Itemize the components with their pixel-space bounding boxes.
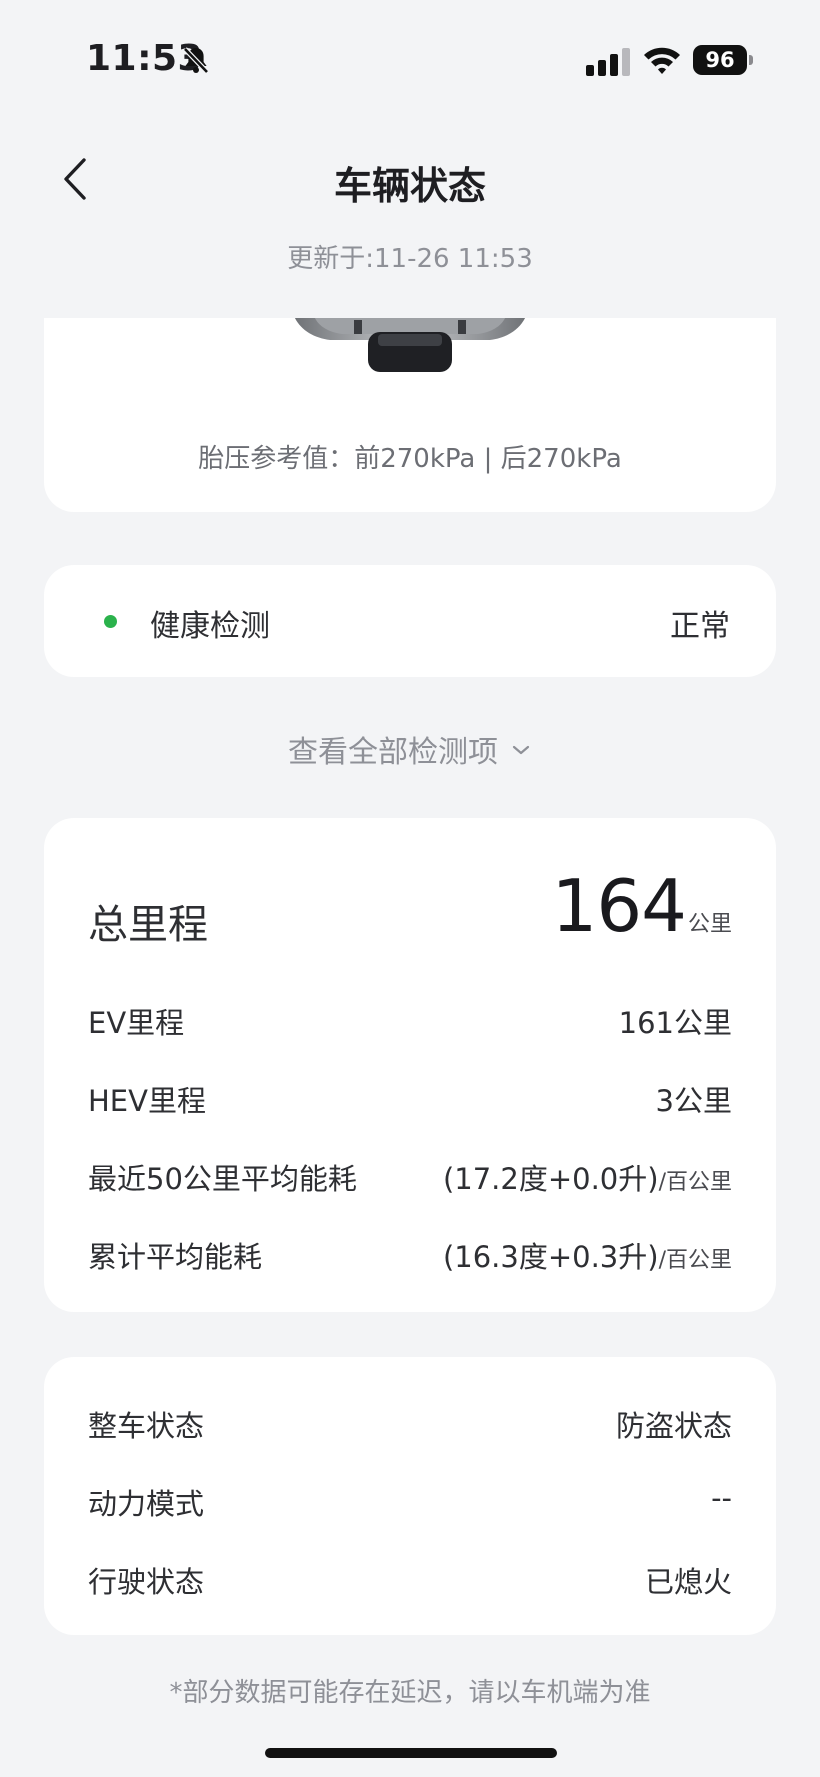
bell-slash-icon xyxy=(183,47,209,74)
row-label: 累计平均能耗 xyxy=(88,1240,263,1274)
mileage-row-ev: EV里程 161公里 xyxy=(88,1000,732,1040)
mileage-row-cumulative-consumption: 累计平均能耗 (16.3度+0.3升)/百公里 xyxy=(88,1234,732,1274)
chevron-down-icon xyxy=(512,745,530,755)
state-row-power-mode: 动力模式 -- xyxy=(88,1481,732,1521)
health-check-label: 健康检测 xyxy=(150,609,270,644)
car-wheel-image xyxy=(295,318,525,372)
battery-level: 96 xyxy=(693,45,747,75)
tire-pressure-card: 胎压参考值：前270kPa | 后270kPa xyxy=(44,318,776,512)
row-label: 动力模式 xyxy=(88,1487,205,1521)
total-mileage-label: 总里程 xyxy=(88,902,208,948)
state-row-vehicle: 整车状态 防盗状态 xyxy=(88,1403,732,1443)
state-row-driving: 行驶状态 已熄火 xyxy=(88,1559,732,1599)
status-dot-icon xyxy=(104,615,117,628)
status-bar: 11:53 96 xyxy=(0,0,820,120)
mileage-row-recent-consumption: 最近50公里平均能耗 (17.2度+0.0升)/百公里 xyxy=(88,1156,732,1196)
health-check-card[interactable]: 健康检测 正常 xyxy=(44,565,776,677)
row-label: EV里程 xyxy=(88,1006,185,1040)
row-value: (16.3度+0.3升)/百公里 xyxy=(442,1240,732,1274)
row-value: 161公里 xyxy=(618,1006,732,1040)
row-value: 已熄火 xyxy=(644,1565,732,1599)
battery-icon: 96 xyxy=(693,45,753,75)
page-title: 车辆状态 xyxy=(333,164,486,208)
row-label: 行驶状态 xyxy=(88,1565,205,1599)
cellular-signal-icon xyxy=(586,48,630,76)
tire-pressure-reference: 胎压参考值：前270kPa | 后270kPa xyxy=(198,444,622,474)
health-check-status: 正常 xyxy=(670,609,730,644)
row-label: HEV里程 xyxy=(88,1084,206,1118)
row-value: -- xyxy=(711,1481,732,1515)
view-all-checks-label: 查看全部检测项 xyxy=(288,735,498,770)
row-value: 3公里 xyxy=(655,1084,732,1118)
row-value: 防盗状态 xyxy=(615,1409,732,1443)
mileage-row-hev: HEV里程 3公里 xyxy=(88,1078,732,1118)
home-indicator[interactable] xyxy=(265,1748,557,1758)
mileage-card: 总里程 164公里 EV里程 161公里 HEV里程 3公里 最近50公里平均能… xyxy=(44,818,776,1312)
vehicle-status-screen: 11:53 96 车辆状态 更新于:11-26 11:53 胎压参考值：前270… xyxy=(0,0,820,1777)
total-mileage-unit: 公里 xyxy=(687,912,732,937)
wifi-icon xyxy=(644,47,680,74)
data-delay-footnote: *部分数据可能存在延迟，请以车机端为准 xyxy=(169,1678,651,1708)
row-value: (17.2度+0.0升)/百公里 xyxy=(442,1162,732,1196)
view-all-checks-button[interactable]: 查看全部检测项 xyxy=(0,727,820,771)
total-mileage: 164公里 xyxy=(552,864,732,948)
vehicle-state-card: 整车状态 防盗状态 动力模式 -- 行驶状态 已熄火 xyxy=(44,1357,776,1635)
row-label: 整车状态 xyxy=(88,1409,205,1443)
row-label: 最近50公里平均能耗 xyxy=(88,1162,357,1196)
total-mileage-value: 164 xyxy=(551,864,687,948)
last-updated-text: 更新于:11-26 11:53 xyxy=(287,244,533,274)
